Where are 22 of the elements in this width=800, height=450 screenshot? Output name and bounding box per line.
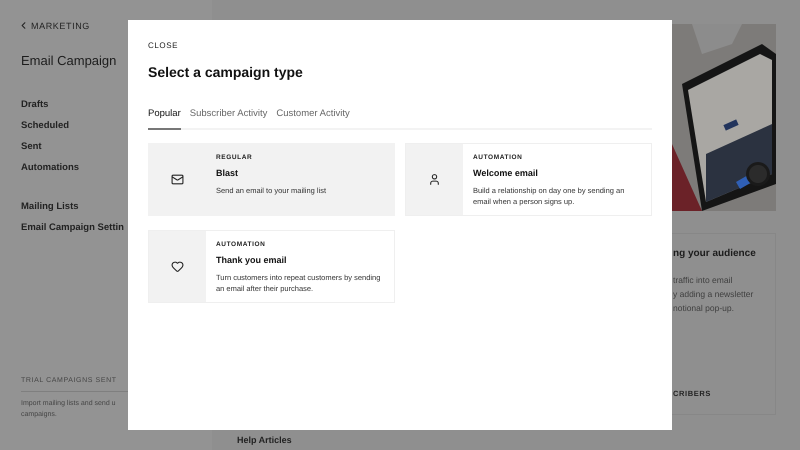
person-icon xyxy=(428,173,441,186)
tab[interactable]: Customer Activity xyxy=(276,108,350,130)
option-title: Welcome email xyxy=(473,168,539,178)
sidebar-title: Email Campaign xyxy=(21,53,116,68)
option-title: Blast xyxy=(216,168,240,178)
tab[interactable]: Popular xyxy=(148,108,181,130)
mail-icon xyxy=(171,173,184,186)
sidebar-item[interactable]: Email Campaign Settin xyxy=(21,221,124,234)
heart-icon xyxy=(171,260,184,273)
sidebar-item[interactable]: Scheduled xyxy=(21,119,70,132)
sidebar-item[interactable]: Automations xyxy=(21,161,80,174)
close-button[interactable]: CLOSE xyxy=(148,41,178,50)
help-heading: Help Articles xyxy=(237,435,293,445)
sidebar-item[interactable]: Drafts xyxy=(21,98,48,111)
modal-title: Select a campaign type xyxy=(148,64,304,80)
sidebar-item[interactable]: Sent xyxy=(21,140,42,153)
back-link[interactable]: MARKETING xyxy=(18,20,212,31)
option-title: Thank you email xyxy=(216,255,288,265)
sidebar-item[interactable]: Mailing Lists xyxy=(21,200,79,213)
promo-title: ng your audience xyxy=(673,248,757,259)
tab[interactable]: Subscriber Activity xyxy=(190,108,268,130)
promo-text: traffic into email y adding a newsletter notional pop-up. xyxy=(673,274,754,315)
